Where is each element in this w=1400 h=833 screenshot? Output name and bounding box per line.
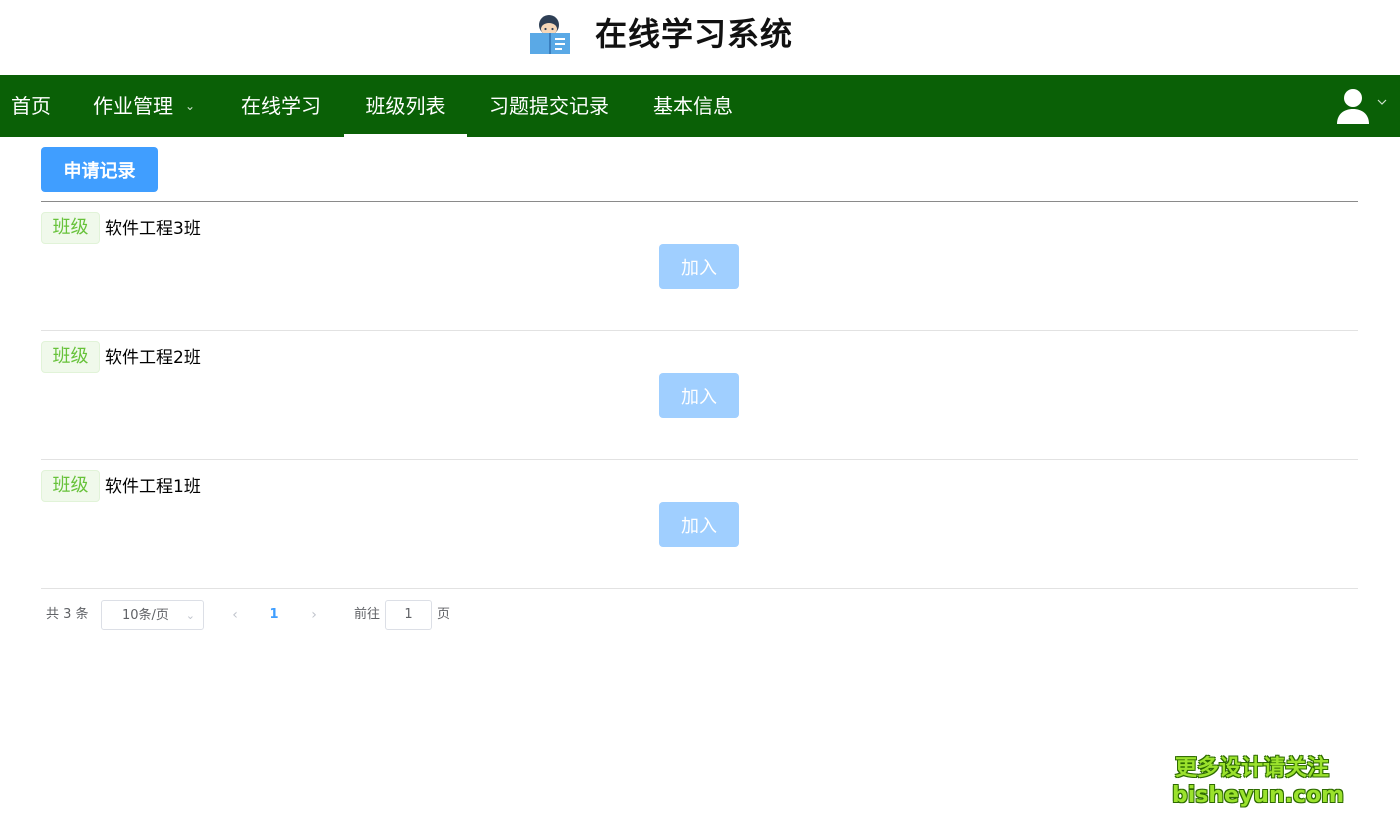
page-size-value: 10条/页 <box>122 608 169 623</box>
nav-item-label: 班级列表 <box>365 94 446 118</box>
join-class-button[interactable]: 加入 <box>659 244 739 289</box>
class-row: 班级 软件工程2班 加入 <box>41 331 1358 460</box>
app-title: 在线学习系统 <box>595 15 794 53</box>
app-header: 在线学习系统 <box>0 0 1400 75</box>
goto-label: 前往 <box>354 607 381 622</box>
class-tag: 班级 <box>41 470 100 502</box>
class-name: 软件工程1班 <box>105 477 201 497</box>
join-class-button[interactable]: 加入 <box>659 502 739 547</box>
class-tag: 班级 <box>41 341 100 373</box>
reading-student-icon <box>530 15 570 54</box>
nav-item-label: 作业管理 <box>93 94 173 118</box>
nav-item-label: 在线学习 <box>241 94 321 118</box>
page-suffix: 页 <box>437 607 451 622</box>
goto-page-input[interactable] <box>385 600 432 630</box>
nav-item-label: 首页 <box>11 94 51 118</box>
class-row: 班级 软件工程1班 加入 <box>41 460 1358 589</box>
page-number-current[interactable]: 1 <box>268 600 280 630</box>
class-tag: 班级 <box>41 212 100 244</box>
chevron-down-icon[interactable] <box>1376 96 1388 108</box>
nav-item-homework[interactable]: 作业管理 ⌄ <box>93 75 195 137</box>
chevron-down-icon: ⌄ <box>185 98 196 113</box>
nav-item-label: 基本信息 <box>653 94 733 118</box>
class-name: 软件工程2班 <box>105 348 201 368</box>
chevron-down-icon: ⌄ <box>185 609 195 622</box>
nav-item-submission-records[interactable]: 习题提交记录 <box>489 75 609 137</box>
watermark-line: 更多设计请关注 <box>1174 756 1329 781</box>
watermark-line: bisheyun.com <box>1172 783 1345 808</box>
nav-item-home[interactable]: 首页 <box>11 75 51 137</box>
nav-item-class-list[interactable]: 班级列表 <box>344 75 467 137</box>
nav-item-online-learning[interactable]: 在线学习 <box>241 75 321 137</box>
pagination-total: 共 3 条 <box>46 607 89 622</box>
apply-records-button[interactable]: 申请记录 <box>41 147 158 192</box>
page-size-select[interactable]: 10条/页 ⌄ <box>101 600 204 630</box>
join-class-button[interactable]: 加入 <box>659 373 739 418</box>
class-row: 班级 软件工程3班 加入 <box>41 202 1358 331</box>
next-page-button[interactable]: › <box>308 600 320 630</box>
prev-page-button[interactable]: ‹ <box>229 600 241 630</box>
watermark: 更多设计请关注 bisheyun.com <box>1172 755 1345 809</box>
nav-item-label: 习题提交记录 <box>489 94 609 118</box>
user-avatar-icon[interactable] <box>1335 87 1371 125</box>
top-nav: 首页 作业管理 ⌄ 在线学习 班级列表 习题提交记录 基本信息 <box>0 75 1400 137</box>
nav-item-basic-info[interactable]: 基本信息 <box>653 75 733 137</box>
class-name: 软件工程3班 <box>105 219 201 239</box>
